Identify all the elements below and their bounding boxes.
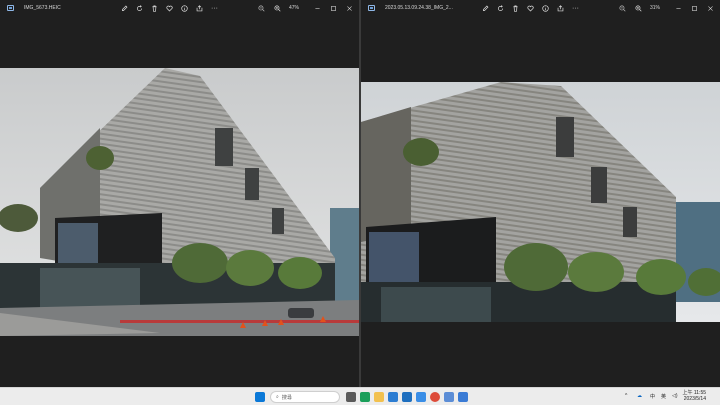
photos-window-left: IMG_5673.HEIC ··· 47% [0, 0, 359, 387]
file-name: 2023.05.13.09.24.38_IMG_2... [385, 5, 453, 11]
volume-icon[interactable]: ◁) [672, 393, 678, 399]
close-icon[interactable] [706, 4, 715, 13]
edit-icon[interactable] [120, 4, 129, 13]
zoom-level[interactable]: 31% [650, 5, 660, 11]
favorite-icon[interactable] [526, 4, 535, 13]
rotate-icon[interactable] [135, 4, 144, 13]
store-icon[interactable] [388, 392, 398, 402]
chevron-up-icon[interactable]: ^ [625, 393, 627, 399]
rotate-icon[interactable] [496, 4, 505, 13]
zoom-in-icon[interactable] [634, 4, 643, 13]
clock-date: 2023/5/14 [683, 396, 706, 402]
more-icon[interactable]: ··· [571, 4, 580, 13]
edge-icon[interactable] [360, 392, 370, 402]
title-bar: IMG_5673.HEIC ··· 47% [0, 0, 359, 17]
edit-icon[interactable] [481, 4, 490, 13]
minimize-icon[interactable] [313, 4, 322, 13]
photos-icon[interactable] [444, 392, 454, 402]
ime-indicator[interactable]: 中 [650, 393, 655, 400]
delete-icon[interactable] [150, 4, 159, 13]
photos-window-right: 2023.05.13.09.24.38_IMG_2... ··· 31% [361, 0, 720, 387]
system-clock[interactable]: 上午 11:55 2023/5/14 [682, 390, 706, 402]
zoom-out-icon[interactable] [618, 4, 627, 13]
delete-icon[interactable] [511, 4, 520, 13]
chrome-icon[interactable] [430, 392, 440, 402]
info-icon[interactable] [541, 4, 550, 13]
zoom-level[interactable]: 47% [289, 5, 299, 11]
start-icon[interactable] [255, 392, 265, 402]
teams-icon[interactable] [416, 392, 426, 402]
photos-icon-2[interactable] [458, 392, 468, 402]
minimize-icon[interactable] [674, 4, 683, 13]
taskbar: ⌕ 搜尋 ^ ☁ 中 英 ◁) 上午 11:55 2023/5/14 [0, 387, 720, 405]
search-placeholder: 搜尋 [281, 394, 292, 401]
zoom-out-icon[interactable] [257, 4, 266, 13]
title-bar: 2023.05.13.09.24.38_IMG_2... ··· 31% [361, 0, 720, 17]
zoom-in-icon[interactable] [273, 4, 282, 13]
search-icon: ⌕ [276, 394, 279, 400]
photos-app-icon [7, 5, 14, 11]
task-view-icon[interactable] [346, 392, 356, 402]
mail-icon[interactable] [402, 392, 412, 402]
share-icon[interactable] [556, 4, 565, 13]
file-explorer-icon[interactable] [374, 392, 384, 402]
file-name: IMG_5673.HEIC [24, 5, 61, 11]
info-icon[interactable] [180, 4, 189, 13]
maximize-icon[interactable] [329, 4, 338, 13]
maximize-icon[interactable] [690, 4, 699, 13]
share-icon[interactable] [195, 4, 204, 13]
favorite-icon[interactable] [165, 4, 174, 13]
onedrive-icon[interactable]: ☁ [637, 393, 642, 399]
more-icon[interactable]: ··· [210, 4, 219, 13]
photo-view[interactable] [0, 68, 359, 336]
building-photo [0, 68, 359, 336]
close-icon[interactable] [345, 4, 354, 13]
ime-mode[interactable]: 英 [661, 393, 666, 400]
photos-app-icon [368, 5, 375, 11]
building-photo [361, 82, 720, 322]
photo-view[interactable] [361, 82, 720, 322]
taskbar-search[interactable]: ⌕ 搜尋 [270, 391, 340, 403]
